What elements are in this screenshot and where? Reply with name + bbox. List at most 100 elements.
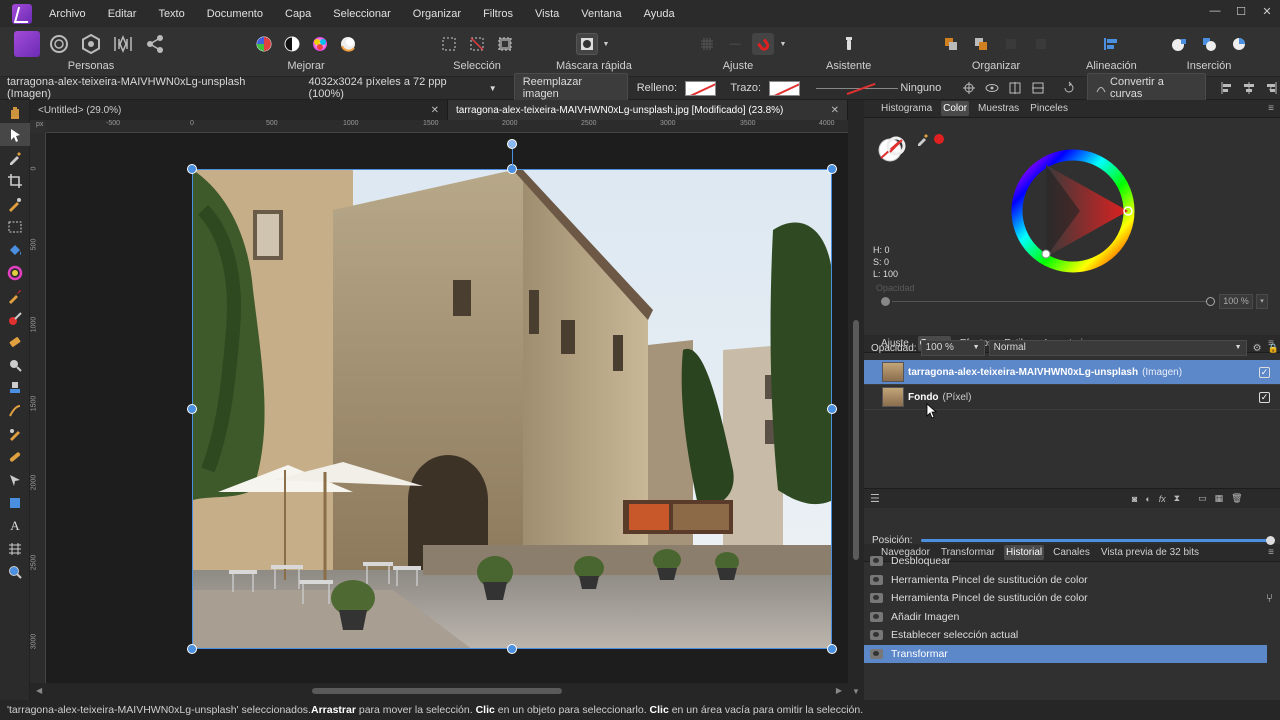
- panel-menu-icon[interactable]: ≡: [1268, 103, 1274, 114]
- snapping-magnet-icon[interactable]: [752, 33, 774, 55]
- gradient-tool-icon[interactable]: [0, 261, 30, 284]
- invert-selection-icon[interactable]: [494, 33, 516, 55]
- context-more-icon[interactable]: ›: [1268, 82, 1272, 94]
- menu-vista[interactable]: Vista: [524, 8, 570, 20]
- vertical-scroll-thumb[interactable]: [853, 320, 859, 560]
- transform-origin-icon[interactable]: [959, 79, 979, 97]
- menu-capa[interactable]: Capa: [274, 8, 322, 20]
- erase-brush-tool-icon[interactable]: [0, 330, 30, 353]
- flip-vertical-icon[interactable]: [1028, 79, 1048, 97]
- canvas[interactable]: [46, 133, 848, 683]
- history-item[interactable]: Herramienta Pincel de sustitución de col…: [864, 571, 1267, 590]
- minimize-button[interactable]: —: [1202, 0, 1228, 22]
- layer-opacity-input[interactable]: 100 % ▼: [920, 340, 985, 356]
- maximize-button[interactable]: ☐: [1228, 0, 1254, 22]
- opacity-slider-knob-right[interactable]: [1206, 297, 1215, 306]
- close-tab-icon[interactable]: ✕: [431, 105, 439, 116]
- convert-to-curves-button[interactable]: Convertir a curvas: [1087, 73, 1206, 103]
- history-item[interactable]: Establecer selección actual: [864, 626, 1267, 645]
- transform-handle-tl[interactable]: [187, 164, 197, 174]
- color-picker-tool-icon[interactable]: [0, 146, 30, 169]
- flood-fill-tool-icon[interactable]: [0, 238, 30, 261]
- auto-levels-icon[interactable]: [253, 33, 275, 55]
- close-tab-icon[interactable]: ✕: [831, 105, 839, 116]
- menu-ayuda[interactable]: Ayuda: [633, 8, 686, 20]
- rectangle-tool-icon[interactable]: [0, 491, 30, 514]
- blemish-removal-tool-icon[interactable]: [0, 422, 30, 445]
- blend-mode-dropdown-icon[interactable]: ▼: [1235, 341, 1242, 355]
- scroll-down-icon[interactable]: ▼: [852, 687, 860, 696]
- crop-tool-icon[interactable]: [0, 169, 30, 192]
- view-icon[interactable]: [982, 79, 1002, 97]
- opacity-dropdown-icon[interactable]: ▾: [1256, 294, 1268, 309]
- export-persona-icon[interactable]: [142, 31, 168, 57]
- current-color-dot[interactable]: [934, 134, 944, 144]
- paint-brush-tool-icon[interactable]: [0, 284, 30, 307]
- add-pixel-layer-icon[interactable]: ▦: [1215, 493, 1224, 504]
- delete-layer-icon[interactable]: 🗑: [1231, 493, 1242, 504]
- transform-handle-b[interactable]: [507, 644, 517, 654]
- scroll-right-icon[interactable]: ▶: [836, 686, 842, 695]
- layer-opacity-dropdown-icon[interactable]: ▼: [973, 341, 980, 355]
- history-item[interactable]: Añadir Imagen: [864, 608, 1267, 627]
- doc-tab-tarragona[interactable]: tarragona-alex-teixeira-MAIVHWN0xLg-unsp…: [448, 100, 848, 120]
- liquify-persona-icon[interactable]: [46, 31, 72, 57]
- zoom-tool-icon[interactable]: [0, 560, 30, 583]
- rectangular-marquee-tool-icon[interactable]: [0, 215, 30, 238]
- move-to-back-icon[interactable]: [940, 33, 962, 55]
- hand-tool-icon[interactable]: [0, 100, 30, 123]
- adjustment-layer-icon[interactable]: ◐: [1145, 494, 1150, 504]
- select-all-icon[interactable]: [438, 33, 460, 55]
- insert-behind-icon[interactable]: [1168, 33, 1190, 55]
- layers-stack-icon[interactable]: ☰: [870, 492, 880, 505]
- history-position-knob[interactable]: [1265, 535, 1275, 545]
- rotate-icon[interactable]: [1059, 79, 1079, 97]
- menu-archivo[interactable]: Archivo: [38, 8, 97, 20]
- tarragona-photo[interactable]: [192, 169, 832, 649]
- smudge-brush-tool-icon[interactable]: [0, 399, 30, 422]
- transform-handle-tr[interactable]: [827, 164, 837, 174]
- layer-lock-icon[interactable]: 🔒: [1268, 343, 1279, 354]
- close-window-button[interactable]: ✕: [1254, 0, 1280, 22]
- text-tool-icon[interactable]: A: [0, 514, 30, 537]
- opacity-input[interactable]: 100 %: [1219, 294, 1253, 309]
- color-wheel[interactable]: [1010, 148, 1136, 274]
- transform-handle-t[interactable]: [507, 164, 517, 174]
- menu-editar[interactable]: Editar: [97, 8, 148, 20]
- snapping-dropdown-icon[interactable]: ▼: [778, 33, 788, 55]
- doc-tab-untitled[interactable]: <Untitled> (29.0%) ✕: [30, 100, 448, 120]
- insert-inside-icon[interactable]: [1228, 33, 1250, 55]
- transform-handle-br[interactable]: [827, 644, 837, 654]
- clone-brush-tool-icon[interactable]: [0, 376, 30, 399]
- pen-tool-icon[interactable]: [0, 468, 30, 491]
- menu-organizar[interactable]: Organizar: [402, 8, 472, 20]
- quick-mask-icon[interactable]: [575, 33, 598, 55]
- snap-grid-icon[interactable]: [696, 33, 718, 55]
- layer-visibility-checkbox[interactable]: ✓: [1259, 366, 1270, 378]
- fill-swatch[interactable]: [685, 80, 717, 96]
- photo-persona-icon[interactable]: [14, 31, 40, 57]
- auto-white-balance-icon[interactable]: [337, 33, 359, 55]
- blend-mode-select[interactable]: Normal ▼: [988, 340, 1247, 356]
- stroke-swatch[interactable]: [769, 80, 801, 96]
- healing-brush-tool-icon[interactable]: [0, 445, 30, 468]
- quick-mask-dropdown-icon[interactable]: ▼: [600, 33, 612, 55]
- scroll-left-icon[interactable]: ◀: [36, 686, 42, 695]
- layer-settings-gear-icon[interactable]: ⚙: [1253, 343, 1262, 354]
- flip-horizontal-icon[interactable]: [1005, 79, 1025, 97]
- history-item[interactable]: Herramienta Pincel de sustitución de col…: [864, 589, 1273, 608]
- opacity-slider-track[interactable]: [892, 301, 1206, 302]
- opacity-slider-knob-left[interactable]: [881, 297, 890, 306]
- selection-brush-tool-icon[interactable]: [0, 192, 30, 215]
- alignment-icon[interactable]: [1100, 33, 1122, 55]
- move-to-front-icon[interactable]: [1030, 33, 1052, 55]
- tab-muestras[interactable]: Muestras: [976, 101, 1021, 116]
- mesh-warp-tool-icon[interactable]: [0, 537, 30, 560]
- color-replacement-brush-tool-icon[interactable]: [0, 307, 30, 330]
- tab-histograma[interactable]: Histograma: [879, 101, 934, 116]
- menu-filtros[interactable]: Filtros: [472, 8, 524, 20]
- move-forward-one-icon[interactable]: [1000, 33, 1022, 55]
- menu-documento[interactable]: Documento: [196, 8, 274, 20]
- vertical-scrollbar[interactable]: ▼: [848, 100, 864, 700]
- align-left-icon[interactable]: [1218, 79, 1236, 97]
